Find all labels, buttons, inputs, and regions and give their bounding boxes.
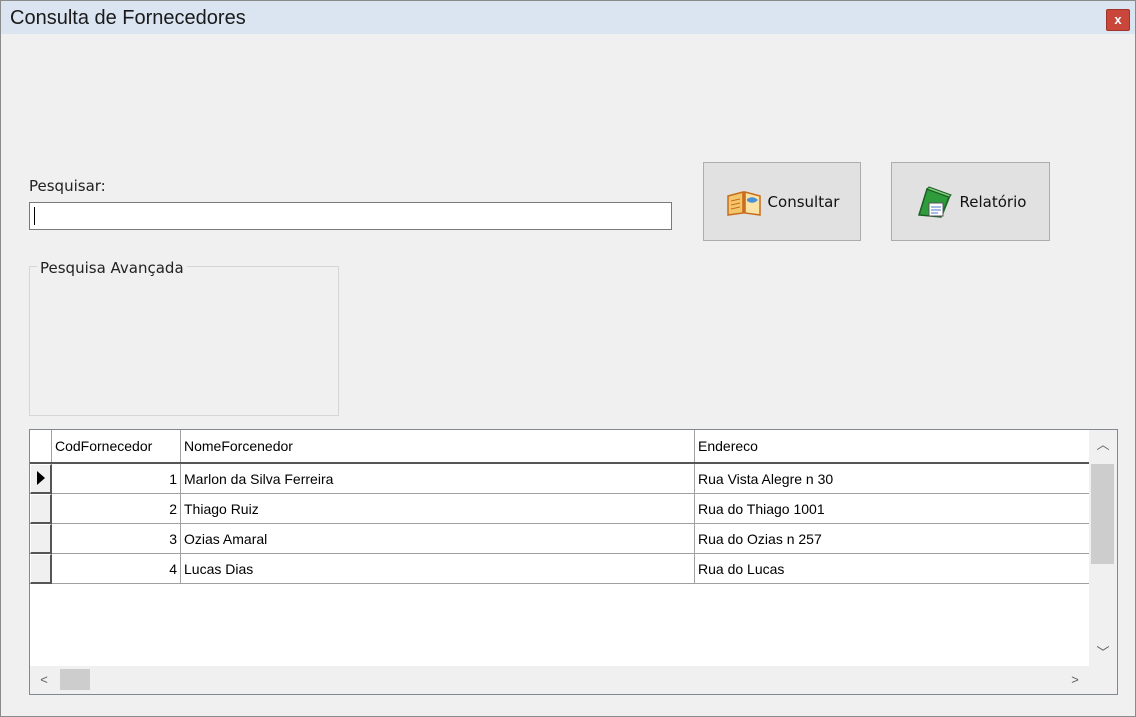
cell-endereco[interactable]: Rua do Lucas (695, 554, 1089, 584)
consulta-fornecedores-window: Consulta de Fornecedores x Pesquisar: Co… (0, 0, 1136, 717)
relatorio-button[interactable]: Relatório (891, 162, 1050, 241)
table-row[interactable]: 2 Thiago Ruiz Rua do Thiago 1001 (30, 494, 1089, 524)
horizontal-scrollbar[interactable]: < > (30, 666, 1089, 694)
table-row[interactable]: 3 Ozias Amaral Rua do Ozias n 257 (30, 524, 1089, 554)
cell-nome[interactable]: Lucas Dias (181, 554, 695, 584)
column-header-endereco[interactable]: Endereco (695, 430, 1089, 462)
cell-endereco[interactable]: Rua do Thiago 1001 (695, 494, 1089, 524)
advanced-search-group (29, 266, 339, 416)
scroll-down-icon[interactable]: ﹀ (1089, 640, 1117, 666)
cell-endereco[interactable]: Rua do Ozias n 257 (695, 524, 1089, 554)
cell-nome[interactable]: Thiago Ruiz (181, 494, 695, 524)
row-selector[interactable] (30, 524, 52, 554)
report-book-icon (915, 185, 955, 219)
cell-nome[interactable]: Marlon da Silva Ferreira (181, 464, 695, 494)
vertical-scrollbar[interactable]: ︿ ﹀ (1089, 430, 1117, 666)
cell-endereco[interactable]: Rua Vista Alegre n 30 (695, 464, 1089, 494)
horizontal-scroll-thumb[interactable] (60, 669, 90, 690)
title-bar[interactable]: Consulta de Fornecedores x (1, 1, 1135, 34)
scroll-right-icon[interactable]: > (1061, 667, 1089, 693)
grid-header: CodFornecedor NomeForcenedor Endereco (30, 430, 1089, 464)
close-button[interactable]: x (1106, 9, 1130, 31)
consultar-label: Consultar (767, 192, 840, 211)
table-row[interactable]: 4 Lucas Dias Rua do Lucas (30, 554, 1089, 584)
window-title: Consulta de Fornecedores (10, 7, 246, 29)
row-selector[interactable] (30, 494, 52, 524)
header-corner (30, 430, 52, 462)
cell-cod[interactable]: 4 (52, 554, 181, 584)
vertical-scroll-thumb[interactable] (1091, 464, 1114, 564)
row-selector[interactable] (30, 464, 52, 494)
current-row-arrow-icon (37, 471, 45, 485)
consultar-button[interactable]: Consultar (703, 162, 861, 241)
cell-nome[interactable]: Ozias Amaral (181, 524, 695, 554)
row-selector[interactable] (30, 554, 52, 584)
search-label: Pesquisar: (29, 177, 106, 195)
scroll-up-icon[interactable]: ︿ (1089, 432, 1117, 458)
open-book-icon (725, 187, 763, 217)
cell-cod[interactable]: 2 (52, 494, 181, 524)
suppliers-grid[interactable]: CodFornecedor NomeForcenedor Endereco 1 … (29, 429, 1118, 695)
scrollbar-corner (1089, 666, 1117, 694)
text-caret (34, 207, 35, 225)
relatorio-label: Relatório (959, 192, 1027, 211)
column-header-nomeforcenedor[interactable]: NomeForcenedor (181, 430, 695, 462)
cell-cod[interactable]: 1 (52, 464, 181, 494)
column-header-codfornecedor[interactable]: CodFornecedor (52, 430, 181, 462)
search-input[interactable] (29, 202, 672, 230)
cell-cod[interactable]: 3 (52, 524, 181, 554)
table-row[interactable]: 1 Marlon da Silva Ferreira Rua Vista Ale… (30, 464, 1089, 494)
scroll-left-icon[interactable]: < (30, 667, 58, 693)
advanced-search-label: Pesquisa Avançada (37, 259, 187, 277)
